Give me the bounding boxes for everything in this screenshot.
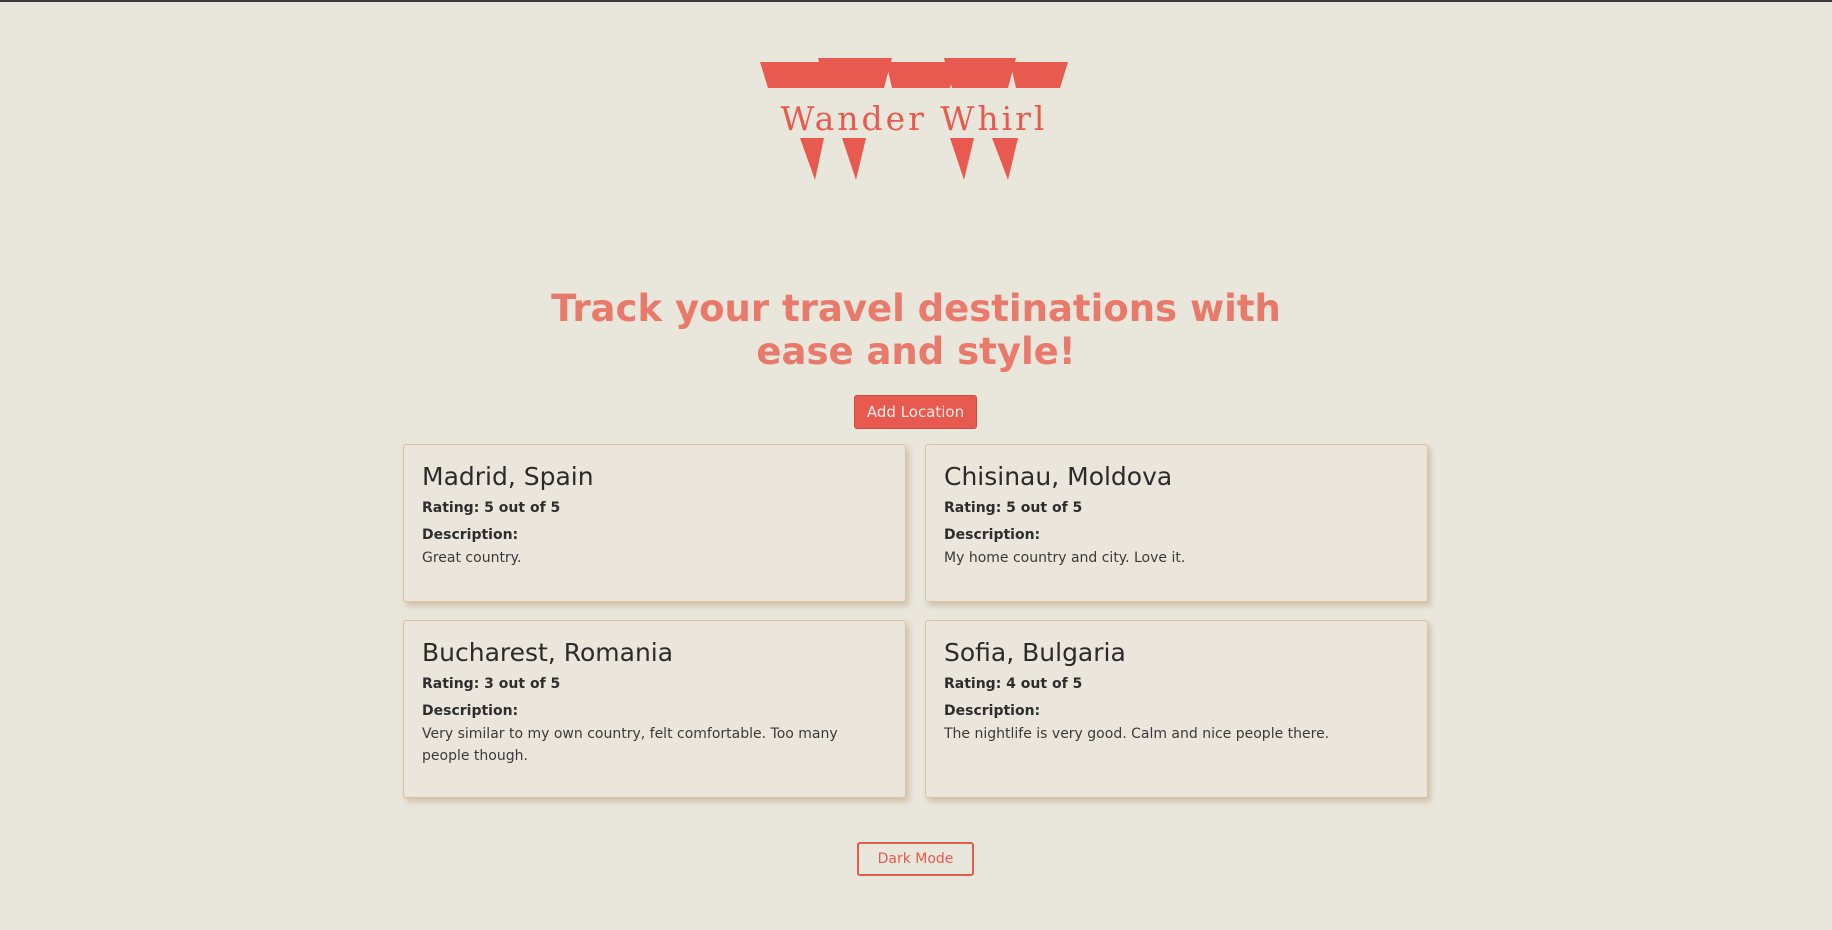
description-label: Description:: [944, 527, 1041, 543]
location-description: Great country.: [422, 550, 522, 566]
location-description: The nightlife is very good. Calm and nic…: [944, 726, 1330, 742]
location-card: Madrid, Spain Rating: 5 out of 5 Descrip…: [403, 444, 906, 602]
description-label: Description:: [422, 703, 519, 719]
location-description: Very similar to my own country, felt com…: [422, 726, 838, 764]
location-rating: Rating: 4 out of 5: [944, 676, 1083, 692]
location-rating: Rating: 3 out of 5: [422, 676, 561, 692]
location-rating: Rating: 5 out of 5: [944, 500, 1083, 516]
location-title: Madrid, Spain: [422, 462, 594, 491]
description-label: Description:: [422, 527, 519, 543]
location-card: Chisinau, Moldova Rating: 5 out of 5 Des…: [925, 444, 1428, 602]
location-title: Bucharest, Romania: [422, 638, 674, 667]
description-label: Description:: [944, 703, 1041, 719]
location-description: My home country and city. Love it.: [944, 550, 1186, 566]
page-title: Track your travel destinations with ease…: [551, 287, 1281, 373]
location-rating: Rating: 5 out of 5: [422, 500, 561, 516]
brand-logo[interactable]: Wander Whirl: [760, 58, 1072, 186]
location-card: Bucharest, Romania Rating: 3 out of 5 De…: [403, 620, 906, 798]
add-location-button[interactable]: Add Location: [854, 395, 977, 429]
wander-whirl-logo-icon: Wander Whirl: [760, 58, 1068, 180]
logo-wordmark: Wander Whirl: [781, 99, 1048, 138]
location-title: Chisinau, Moldova: [944, 462, 1173, 491]
dark-mode-button[interactable]: Dark Mode: [857, 842, 974, 876]
location-title: Sofia, Bulgaria: [944, 638, 1126, 667]
location-card: Sofia, Bulgaria Rating: 4 out of 5 Descr…: [925, 620, 1428, 798]
